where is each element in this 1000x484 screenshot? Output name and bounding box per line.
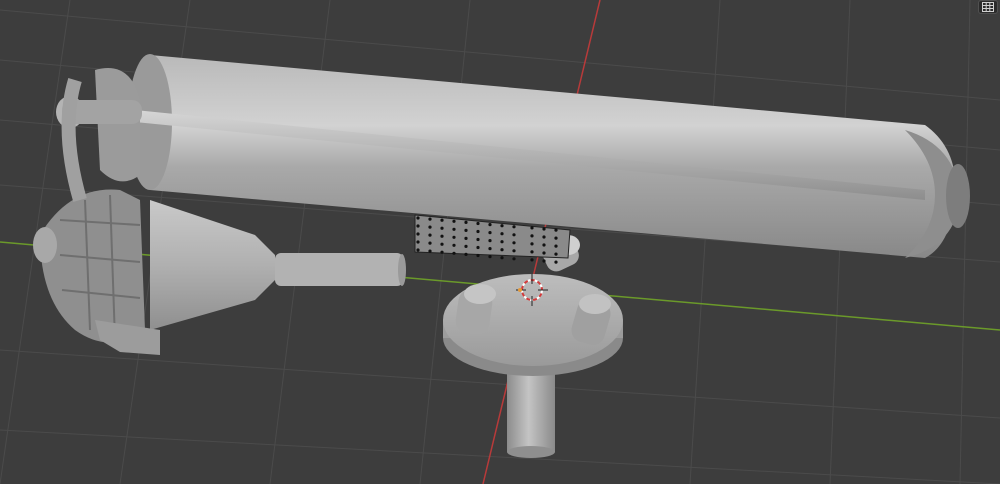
viewport-canvas[interactable] — [0, 0, 1000, 484]
mesh-vertex — [416, 216, 420, 220]
mesh-vertex — [542, 235, 546, 239]
mesh-vertex — [542, 251, 546, 255]
mesh-vertex — [542, 243, 546, 247]
mesh-vertex — [452, 235, 456, 239]
mesh-vertex — [452, 243, 456, 247]
mesh-vertex — [500, 224, 504, 228]
mesh-vertex — [488, 247, 492, 251]
pedestal-mesh — [443, 274, 623, 458]
mesh-vertex — [476, 229, 480, 234]
mesh-vertex — [530, 250, 534, 254]
mesh-vertex — [440, 242, 444, 246]
mesh-vertex — [554, 260, 558, 264]
mesh-vertex — [428, 217, 432, 221]
mesh-vertex — [512, 225, 516, 229]
mesh-vertex — [542, 227, 546, 231]
mesh-vertex — [440, 234, 444, 238]
mesh-vertex — [554, 236, 558, 240]
mesh-vertex — [428, 225, 432, 229]
mesh-vertex — [530, 234, 534, 238]
mesh-vertex — [416, 232, 420, 236]
mesh-vertex — [500, 240, 504, 244]
mesh-vertex — [554, 244, 558, 248]
mesh-vertex — [512, 241, 516, 245]
mesh-vertex — [476, 221, 480, 226]
mesh-vertex — [428, 241, 432, 245]
grid-toggle-button[interactable] — [978, 0, 998, 14]
mesh-vertex — [416, 248, 420, 252]
mesh-vertex — [464, 252, 468, 256]
mesh-vertex — [488, 223, 492, 227]
mesh-vertex — [440, 226, 444, 230]
grid-icon — [982, 2, 994, 12]
mesh-vertex — [542, 259, 546, 263]
mesh-vertex — [428, 249, 432, 253]
mesh-vertex — [416, 224, 420, 228]
3d-viewport[interactable] — [0, 0, 1000, 484]
mesh-vertex — [440, 250, 444, 254]
mesh-vertex — [530, 226, 534, 230]
mesh-vertex — [416, 240, 420, 244]
mesh-vertex — [554, 252, 558, 256]
mesh-vertex — [440, 218, 444, 222]
mesh-vertex — [464, 236, 468, 240]
mesh-vertex — [464, 244, 468, 248]
mesh-vertex — [452, 219, 456, 223]
mesh-vertex — [500, 256, 504, 260]
mesh-vertex — [488, 255, 492, 259]
mesh-vertex — [452, 227, 456, 231]
mesh-vertex — [512, 233, 516, 237]
mesh-vertex — [452, 251, 456, 255]
mesh-vertex — [476, 245, 480, 250]
mesh-vertex — [488, 239, 492, 243]
mesh-vertex — [530, 242, 534, 246]
mesh-vertex — [428, 233, 432, 237]
mesh-vertex — [488, 231, 492, 235]
mesh-vertex — [464, 220, 468, 224]
mesh-vertex — [512, 249, 516, 253]
mesh-vertex — [476, 237, 480, 242]
mesh-vertex — [554, 228, 558, 232]
mesh-vertex — [500, 232, 504, 236]
mesh-vertex — [476, 253, 480, 258]
mesh-vertex — [512, 257, 516, 261]
mesh-vertex — [530, 258, 534, 262]
mesh-vertex — [464, 228, 468, 232]
mesh-vertex — [500, 248, 504, 252]
